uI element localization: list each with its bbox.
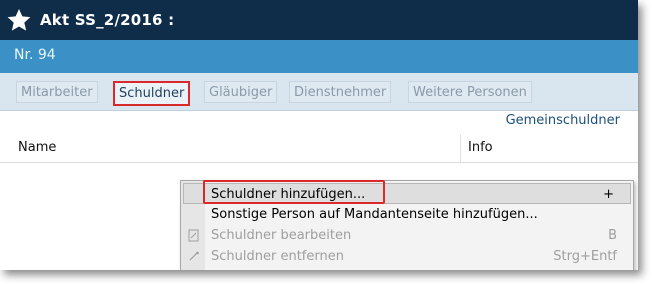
menu-item-label: Schuldner entfernen (211, 249, 344, 264)
menu-item-shortcut: + (603, 187, 614, 202)
star-icon (7, 8, 31, 31)
window-title: Akt SS_2/2016 : (40, 11, 175, 29)
menu-item-shortcut: B (608, 228, 617, 243)
menu-item-remove-schuldner[interactable]: Schuldner entfernen Strg+Entf (181, 246, 633, 267)
menu-item-add-other-person[interactable]: Sonstige Person auf Mandantenseite hinzu… (181, 204, 633, 225)
edit-icon (188, 229, 200, 242)
column-header-info[interactable]: Info (468, 140, 493, 155)
column-header-name[interactable]: Name (18, 140, 56, 155)
header-divider (0, 162, 638, 163)
tab-bar: Mitarbeiter Schuldner Gläubiger Dienstne… (0, 73, 638, 111)
tab-mitarbeiter[interactable]: Mitarbeiter (16, 81, 98, 103)
menu-item-shortcut: Strg+Entf (553, 249, 617, 264)
record-number: Nr. 94 (14, 47, 56, 63)
gemeinschuldner-label: Gemeinschuldner (505, 113, 620, 128)
menu-item-edit-schuldner[interactable]: Schuldner bearbeiten B (181, 225, 633, 246)
record-header: Nr. 94 (0, 40, 638, 73)
menu-item-label: Sonstige Person auf Mandantenseite hinzu… (211, 207, 538, 222)
application-window: Akt SS_2/2016 : Nr. 94 Mitarbeiter Schul… (0, 0, 638, 270)
column-separator (460, 134, 461, 162)
annotation-highlight-box (203, 180, 385, 204)
tab-weitere-personen[interactable]: Weitere Personen (408, 81, 532, 103)
title-bar: Akt SS_2/2016 : (0, 0, 638, 40)
remove-icon (188, 250, 200, 263)
tab-dienstnehmer[interactable]: Dienstnehmer (289, 81, 392, 103)
tab-glaeubiger[interactable]: Gläubiger (204, 81, 278, 103)
tab-schuldner[interactable]: Schuldner (113, 81, 191, 106)
menu-item-label: Schuldner bearbeiten (211, 228, 352, 243)
